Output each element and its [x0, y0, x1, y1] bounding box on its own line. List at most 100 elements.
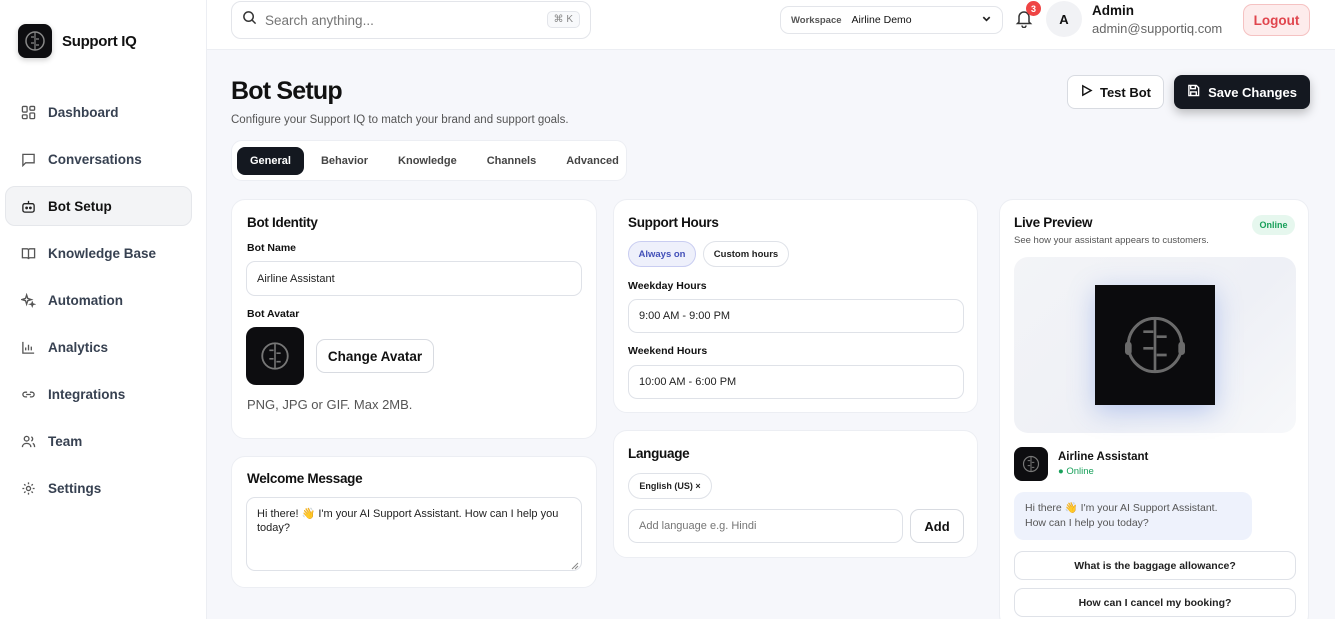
weekend-hours-label: Weekend Hours — [628, 345, 708, 357]
live-preview-card: Live Preview See how your assistant appe… — [999, 199, 1309, 619]
change-avatar-button[interactable]: Change Avatar — [316, 339, 434, 373]
tab-advanced[interactable]: Advanced — [553, 147, 632, 175]
book-icon — [20, 245, 36, 261]
sidebar-item-label: Conversations — [48, 151, 142, 167]
brand-name: Support IQ — [62, 32, 137, 50]
tab-knowledge[interactable]: Knowledge — [385, 147, 470, 175]
workspace-label: Workspace — [791, 14, 842, 26]
sidebar-item-label: Integrations — [48, 386, 126, 402]
robot-brain-icon — [1095, 285, 1215, 405]
bot-avatar-label: Bot Avatar — [247, 308, 300, 320]
quick-reply-button[interactable]: How can I cancel my booking? — [1014, 588, 1296, 617]
sidebar: Support IQ Dashboard Conversations Bot S… — [0, 0, 207, 619]
sidebar-item-team[interactable]: Team — [5, 421, 192, 461]
preview-bot-status: ● Online — [1058, 466, 1094, 477]
save-label: Save Changes — [1208, 84, 1297, 100]
play-icon — [1080, 84, 1093, 100]
bot-avatar-image — [246, 327, 304, 385]
sidebar-item-label: Analytics — [48, 339, 109, 355]
chevron-down-icon — [981, 11, 992, 29]
weekday-hours-field[interactable]: 9:00 AM - 9:00 PM — [628, 299, 964, 333]
logout-button[interactable]: Logout — [1243, 4, 1310, 36]
sidebar-item-label: Settings — [48, 480, 102, 496]
card-title: Bot Identity — [247, 215, 318, 230]
always-on-toggle[interactable]: Always on — [628, 241, 696, 267]
card-title: Support Hours — [628, 215, 719, 230]
support-hours-card: Support Hours Always on Custom hours Wee… — [613, 199, 978, 413]
workspace-select[interactable]: Workspace Airline Demo — [780, 6, 1003, 34]
sidebar-item-automation[interactable]: Automation — [5, 280, 192, 320]
sidebar-item-label: Team — [48, 433, 83, 449]
sidebar-item-label: Dashboard — [48, 104, 119, 120]
language-card: Language English (US) × Add — [613, 430, 978, 558]
robot-brain-icon — [18, 24, 52, 58]
sidebar-item-analytics[interactable]: Analytics — [5, 327, 192, 367]
preview-bot-name: Airline Assistant — [1058, 451, 1149, 463]
avatar[interactable]: A — [1046, 1, 1082, 37]
avatar-hint: PNG, JPG or GIF. Max 2MB. — [247, 397, 413, 412]
sidebar-item-integrations[interactable]: Integrations — [5, 374, 192, 414]
custom-hours-toggle[interactable]: Custom hours — [703, 241, 789, 267]
gear-icon — [20, 480, 36, 496]
sidebar-item-bot-setup[interactable]: Bot Setup — [5, 186, 192, 226]
quick-reply-button[interactable]: What is the baggage allowance? — [1014, 551, 1296, 580]
search-input[interactable] — [265, 12, 535, 28]
status-badge: Online — [1252, 215, 1295, 235]
page-title: Bot Setup — [231, 77, 343, 105]
welcome-message-textarea[interactable]: Hi there! 👋 I'm your AI Support Assistan… — [246, 497, 582, 571]
sidebar-item-label: Automation — [48, 292, 123, 308]
test-bot-button[interactable]: Test Bot — [1067, 75, 1164, 109]
weekend-hours-field[interactable]: 10:00 AM - 6:00 PM — [628, 365, 964, 399]
sidebar-nav: Dashboard Conversations Bot Setup Knowle… — [5, 92, 192, 515]
preview-message-bubble: Hi there 👋 I'm your AI Support Assistant… — [1014, 492, 1252, 540]
notification-badge: 3 — [1026, 1, 1041, 16]
tab-general[interactable]: General — [237, 146, 304, 175]
bot-name-field[interactable]: Airline Assistant — [246, 261, 582, 296]
card-title: Language — [628, 446, 690, 461]
tab-channels[interactable]: Channels — [474, 147, 550, 175]
sidebar-item-conversations[interactable]: Conversations — [5, 139, 192, 179]
tab-behavior[interactable]: Behavior — [308, 147, 381, 175]
user-email: admin@supportiq.com — [1092, 21, 1223, 36]
sidebar-item-label: Bot Setup — [48, 198, 112, 214]
robot-brain-icon — [1022, 455, 1040, 473]
bot-identity-card: Bot Identity Bot Name Airline Assistant … — [231, 199, 597, 439]
sidebar-item-dashboard[interactable]: Dashboard — [5, 92, 192, 132]
card-title: Live Preview — [1014, 215, 1093, 230]
bot-icon — [20, 198, 36, 214]
welcome-message-text: Hi there! 👋 I'm your AI Support Assistan… — [257, 508, 559, 534]
weekday-hours-label: Weekday Hours — [628, 280, 707, 292]
grid-icon — [20, 104, 36, 120]
sidebar-item-label: Knowledge Base — [48, 245, 157, 261]
preview-subtitle: See how your assistant appears to custom… — [1014, 235, 1209, 246]
resize-handle-icon[interactable] — [571, 560, 579, 570]
sidebar-item-settings[interactable]: Settings — [5, 468, 192, 508]
robot-brain-icon — [261, 342, 289, 370]
user-name: Admin — [1092, 3, 1134, 18]
link-icon — [20, 386, 36, 402]
settings-tabs: General Behavior Knowledge Channels Adva… — [231, 140, 627, 181]
search-shortcut: ⌘ K — [546, 11, 580, 28]
page-subtitle: Configure your Support IQ to match your … — [231, 114, 569, 126]
sidebar-item-knowledge-base[interactable]: Knowledge Base — [5, 233, 192, 273]
preview-bot-avatar — [1014, 447, 1048, 481]
search-icon — [242, 10, 257, 30]
sparkle-icon — [20, 292, 36, 308]
language-tag[interactable]: English (US) × — [628, 473, 712, 499]
test-bot-label: Test Bot — [1099, 84, 1152, 100]
workspace-value: Airline Demo — [851, 14, 912, 26]
save-changes-button[interactable]: Save Changes — [1174, 75, 1310, 109]
users-icon — [20, 433, 36, 449]
card-title: Welcome Message — [247, 471, 363, 486]
preview-hero — [1014, 257, 1296, 433]
topbar: ⌘ K Workspace Airline Demo 3 A Admin adm… — [207, 0, 1335, 50]
welcome-message-card: Welcome Message Hi there! 👋 I'm your AI … — [231, 456, 597, 588]
brand[interactable]: Support IQ — [18, 24, 137, 58]
add-language-button[interactable]: Add — [910, 509, 964, 543]
search-box[interactable]: ⌘ K — [231, 1, 591, 39]
bot-name-label: Bot Name — [247, 242, 297, 254]
chat-icon — [20, 151, 36, 167]
save-icon — [1187, 84, 1200, 100]
add-language-input[interactable] — [628, 509, 903, 543]
bar-chart-icon — [20, 339, 36, 355]
